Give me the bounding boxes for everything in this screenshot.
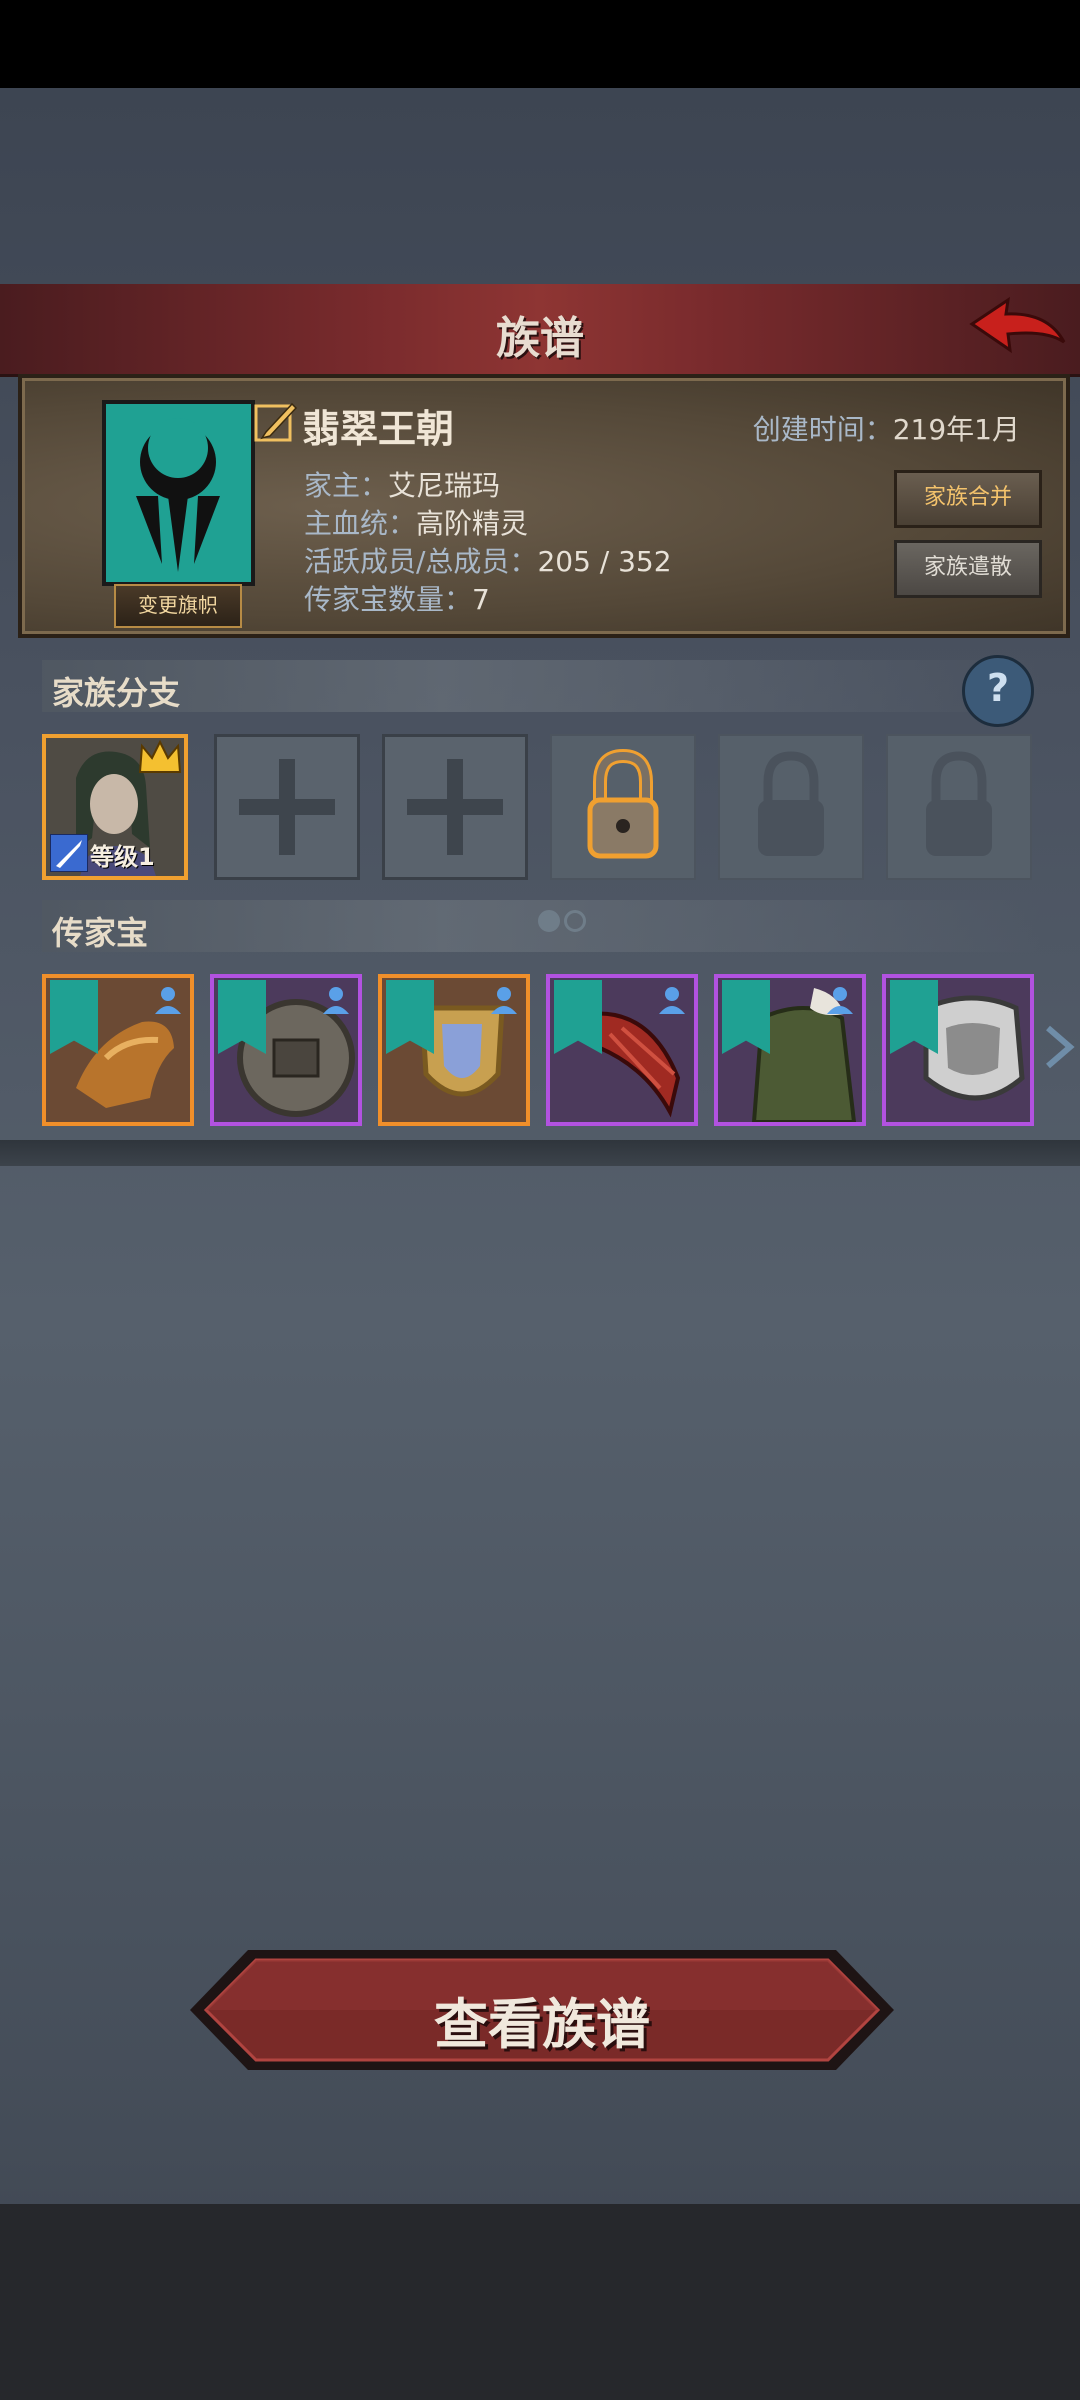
- branch-locked-slot: [886, 734, 1032, 880]
- person-icon: [491, 987, 517, 1014]
- sword-class-icon: [50, 834, 88, 872]
- person-icon: [827, 987, 853, 1014]
- bloodline-value: 高阶精灵: [416, 507, 529, 540]
- person-icon: [155, 987, 181, 1014]
- page-dot-active: [538, 910, 560, 932]
- page-dot: [564, 910, 586, 932]
- family-name: 翡翠王朝: [302, 407, 455, 451]
- family-head: 家主：艾尼瑞玛: [304, 464, 500, 504]
- change-banner-button[interactable]: 变更旗帜: [114, 584, 242, 628]
- section-divider: [0, 1140, 1080, 1166]
- branch-unlockable-slot[interactable]: [550, 734, 696, 880]
- head-value: 艾尼瑞玛: [388, 469, 501, 502]
- view-family-tree-label: 查看族谱: [434, 1993, 650, 2056]
- branches-title: 家族分支: [52, 674, 181, 712]
- head-label: 家主：: [304, 469, 389, 502]
- branch-member-slot[interactable]: 等级1: [42, 734, 188, 880]
- person-icon: [659, 987, 685, 1014]
- bloodline: 主血统：高阶精灵: [304, 502, 528, 542]
- chevron-right-icon[interactable]: [1042, 1022, 1076, 1072]
- heirloom-item-red-claw[interactable]: [546, 974, 698, 1126]
- help-button[interactable]: ?: [962, 655, 1034, 727]
- heirloom-item-green-cloak[interactable]: [714, 974, 866, 1126]
- created-value: 219年1月: [892, 413, 1020, 446]
- members-label: 活跃成员/总成员：: [304, 545, 538, 578]
- family-disband-button[interactable]: 家族遣散: [894, 540, 1042, 598]
- heirloom-label: 传家宝数量：: [304, 583, 473, 616]
- person-icon: [323, 987, 349, 1014]
- heirloom-item-plate-armor[interactable]: [882, 974, 1034, 1126]
- crown-icon: [138, 740, 182, 773]
- page-title: 族谱: [496, 313, 584, 364]
- created-label: 创建时间：: [752, 413, 893, 446]
- status-bar: [0, 0, 1080, 88]
- family-banner[interactable]: [102, 400, 255, 586]
- heirloom-item-dragon-gauntlet[interactable]: [42, 974, 194, 1126]
- lock-icon: [758, 751, 824, 856]
- heirloom-count: 传家宝数量：7: [304, 578, 490, 618]
- cross-icon: [239, 759, 335, 855]
- lock-icon: [587, 748, 659, 859]
- branch-empty-slot[interactable]: [214, 734, 360, 880]
- question-icon: ?: [986, 666, 1010, 710]
- lock-icon: [926, 751, 992, 856]
- edit-name-icon[interactable]: [252, 398, 298, 444]
- member-count: 活跃成员/总成员：205 / 352: [304, 540, 672, 580]
- view-family-tree-button[interactable]: 查看族谱: [184, 1944, 900, 2076]
- members-value: 205 / 352: [537, 545, 672, 578]
- cross-icon: [407, 759, 503, 855]
- branches-section-header: 家族分支: [42, 660, 1042, 712]
- emblem-icon: [136, 418, 220, 572]
- branch-empty-slot[interactable]: [382, 734, 528, 880]
- created-time: 创建时间：219年1月: [753, 408, 1020, 448]
- back-arrow-icon[interactable]: [968, 294, 1068, 366]
- screen: 族谱 变更旗帜 翡翠王朝 创建时间：219年1月 家主：艾尼瑞玛 主血统：高阶精…: [0, 0, 1080, 2400]
- heirloom-item-gold-shield[interactable]: [378, 974, 530, 1126]
- heirlooms-title: 传家宝: [52, 914, 149, 952]
- header-bar: 族谱: [0, 284, 1080, 377]
- branch-locked-slot: [718, 734, 864, 880]
- bloodline-label: 主血统：: [304, 507, 417, 540]
- heirloom-value: 7: [472, 583, 490, 616]
- navigation-bar: [0, 2204, 1080, 2400]
- family-info-card: 变更旗帜 翡翠王朝 创建时间：219年1月 家主：艾尼瑞玛 主血统：高阶精灵 活…: [18, 374, 1070, 638]
- family-merge-button[interactable]: 家族合并: [894, 470, 1042, 528]
- page-indicator: [538, 910, 590, 936]
- level-label: 等级1: [90, 843, 155, 871]
- heirloom-item-round-shield[interactable]: [210, 974, 362, 1126]
